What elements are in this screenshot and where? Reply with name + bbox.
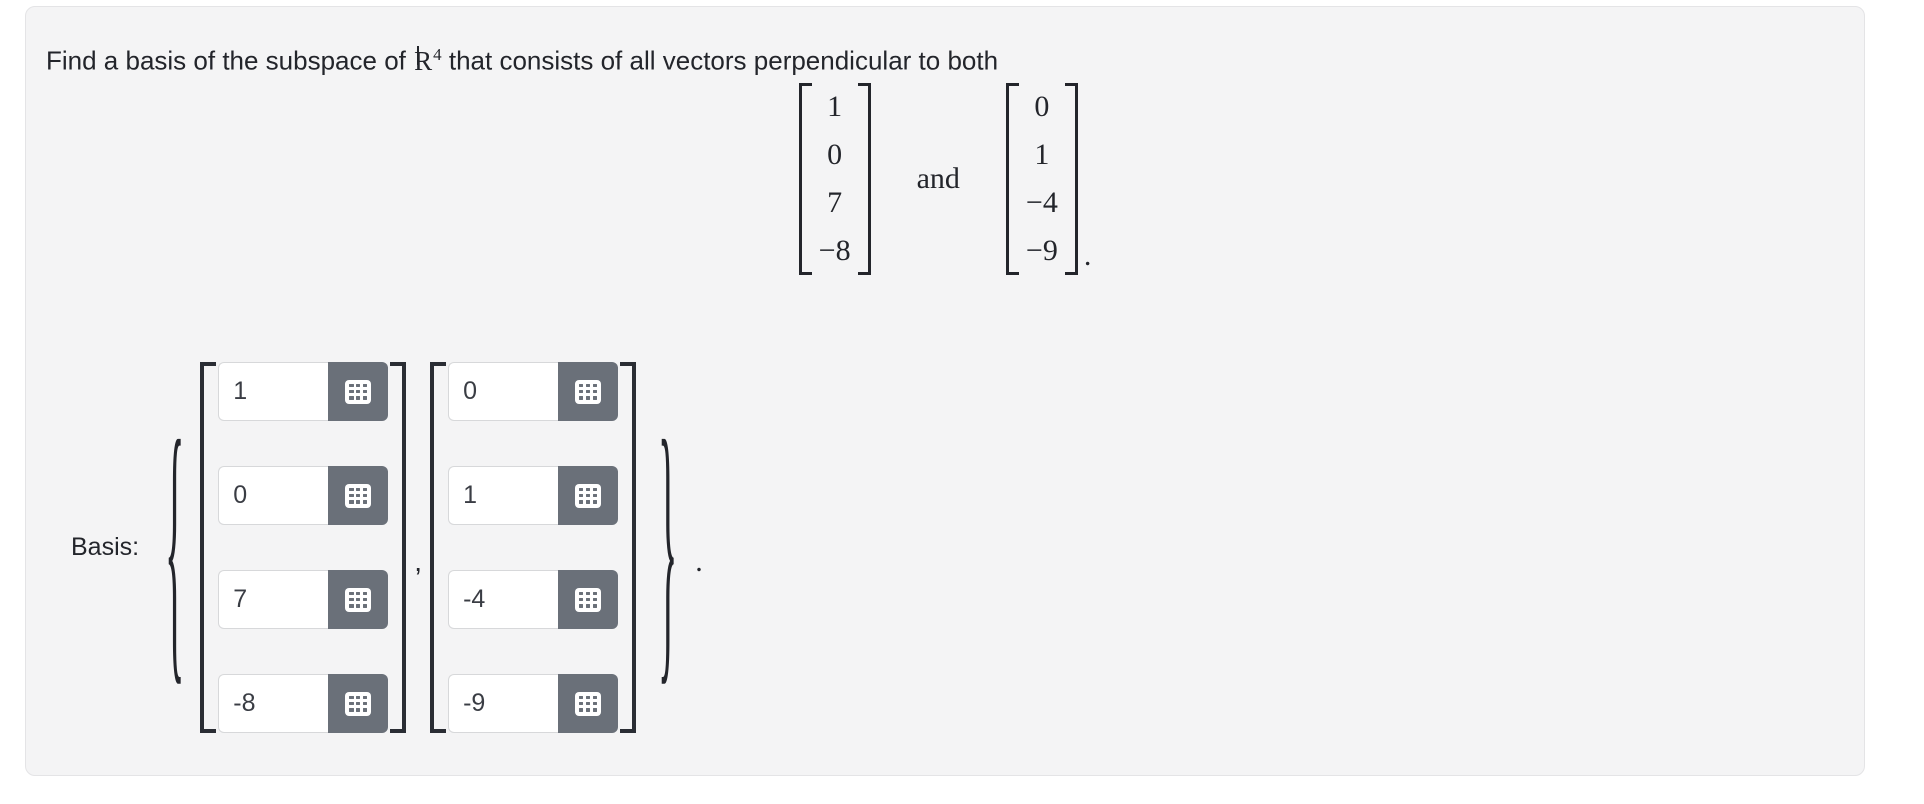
basis-vector-2-entry-1-group[interactable] — [448, 362, 619, 421]
basis-vector-2-entry-2-group[interactable] — [448, 466, 619, 525]
basis-vector-1-entry-2-group[interactable] — [218, 466, 389, 525]
keypad-button[interactable] — [328, 674, 389, 733]
keypad-button[interactable] — [328, 570, 389, 629]
keypad-grid-icon — [575, 587, 602, 612]
keypad-grid-icon — [345, 483, 372, 508]
given-vector-1-entry-2: 0 — [827, 138, 843, 171]
basis-vector-1-entry-3-group[interactable] — [218, 570, 389, 629]
given-vector-2-entry-3: −4 — [1025, 186, 1058, 219]
basis-vector-2-entry-1-input[interactable] — [448, 362, 559, 421]
basis-vector-1-entry-4-input[interactable] — [218, 674, 329, 733]
keypad-button[interactable] — [558, 674, 619, 733]
question-card: Find a basis of the subspace of R4 that … — [25, 6, 1865, 776]
keypad-grid-icon — [575, 483, 602, 508]
basis-answer-row: Basis: {1 0 7 -8 , 0 1 -4 -9} . — [71, 362, 703, 733]
given-vector-2-entry-4: −9 — [1025, 234, 1058, 267]
keypad-button[interactable] — [328, 362, 389, 421]
given-vector-2-entry-2: 1 — [1034, 138, 1050, 171]
prompt-text-after: that consists of all vectors perpendicul… — [441, 45, 999, 76]
conjunction-and: and — [916, 162, 960, 195]
basis-vector-1-entry-3-input[interactable] — [218, 570, 329, 629]
set-open-brace: { — [165, 377, 185, 711]
keypad-grid-icon — [575, 691, 602, 716]
basis-vector-2-entry-4-group[interactable] — [448, 674, 619, 733]
real-numbers-symbol: R — [413, 44, 433, 78]
prompt-text-before: Find a basis of the subspace of — [46, 45, 414, 76]
basis-vector-2-entry-2-input[interactable] — [448, 466, 559, 525]
given-vectors-period: . — [1083, 239, 1092, 272]
vector-separator-comma: , — [414, 545, 423, 577]
blackboard-bold-stem — [416, 45, 419, 65]
given-vector-1: 1 0 7 −8 — [798, 83, 871, 275]
basis-vector-2-entry-3-group[interactable] — [448, 570, 619, 629]
basis-vector-1-entry-4-group[interactable] — [218, 674, 389, 733]
keypad-grid-icon — [345, 691, 372, 716]
keypad-button[interactable] — [328, 466, 389, 525]
page-root: Find a basis of the subspace of R4 that … — [0, 0, 1924, 804]
basis-label: Basis: — [71, 533, 140, 561]
given-vector-2-entry-1: 0 — [1034, 90, 1050, 123]
basis-vector-2-matrix — [430, 362, 637, 733]
given-vectors-display: 1 0 7 −8 and 0 1 −4 −9 . — [26, 83, 1864, 275]
basis-vector-1-entry-1-group[interactable] — [218, 362, 389, 421]
set-close-brace: } — [658, 377, 678, 711]
keypad-button[interactable] — [558, 570, 619, 629]
answer-period: . — [695, 544, 703, 578]
given-vector-1-entry-4: −8 — [818, 234, 851, 267]
basis-vector-1-entry-1-input[interactable] — [218, 362, 329, 421]
given-vector-1-entry-3: 7 — [827, 186, 843, 219]
keypad-grid-icon — [345, 587, 372, 612]
basis-vector-1-matrix — [200, 362, 407, 733]
basis-vector-2-entry-4-input[interactable] — [448, 674, 559, 733]
keypad-button[interactable] — [558, 466, 619, 525]
keypad-grid-icon — [575, 379, 602, 404]
given-vector-1-entry-1: 1 — [827, 90, 843, 123]
question-prompt: Find a basis of the subspace of R4 that … — [46, 38, 998, 78]
given-vector-2: 0 1 −4 −9 — [1005, 83, 1078, 275]
real-symbol-exponent: 4 — [433, 45, 442, 64]
basis-vector-1-entry-2-input[interactable] — [218, 466, 329, 525]
keypad-grid-icon — [345, 379, 372, 404]
basis-vector-2-entry-3-input[interactable] — [448, 570, 559, 629]
keypad-button[interactable] — [558, 362, 619, 421]
